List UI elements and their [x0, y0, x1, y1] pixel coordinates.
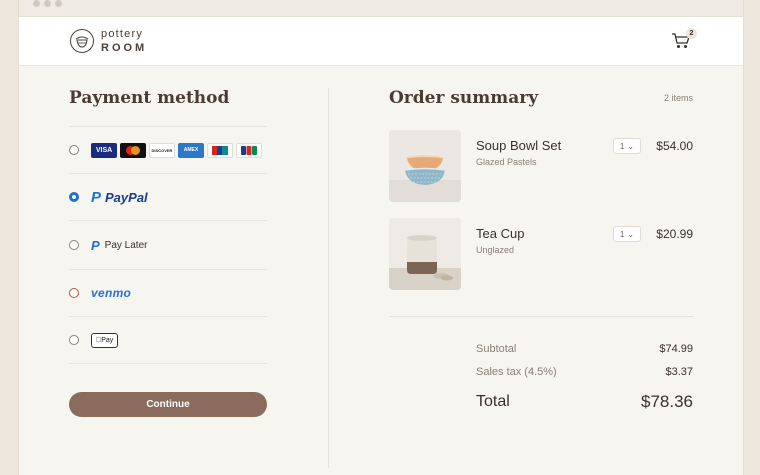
quantity-value: 1 — [619, 229, 625, 239]
brand-name-bottom: ROOM — [101, 41, 148, 54]
order-item: Tea Cup Unglazed 1 ⌄ $20.99 — [389, 218, 693, 290]
paypal-logo: P PayPal — [91, 189, 148, 206]
card-logos: VISA DISCOVER AMEX — [91, 142, 262, 158]
paypal-label: PayPal — [105, 189, 148, 205]
tax-row: Sales tax (4.5%) $3.37 — [476, 366, 693, 378]
radio-cards[interactable] — [69, 145, 79, 155]
browser-window: pottery ROOM 2 Payment method VISA DISCO… — [18, 0, 744, 475]
order-summary-title: Order summary — [389, 88, 539, 108]
tax-label: Sales tax (4.5%) — [476, 366, 557, 378]
tax-value: $3.37 — [665, 366, 693, 378]
brand-logo[interactable]: pottery ROOM — [69, 28, 147, 54]
total-label: Total — [476, 393, 510, 410]
site-header: pottery ROOM 2 — [19, 17, 743, 66]
item-price: $20.99 — [656, 227, 693, 241]
mastercard-logo-icon — [120, 142, 146, 158]
paylater-label: Pay Later — [104, 239, 148, 251]
total-row: Total $78.36 — [476, 392, 693, 412]
product-image-teacup[interactable] — [389, 218, 461, 290]
subtotal-label: Subtotal — [476, 343, 517, 355]
title-bar — [19, 0, 743, 17]
apple-pay-badge: Pay — [91, 332, 119, 348]
payment-section: Payment method VISA DISCOVER AMEX P PayP… — [69, 88, 267, 417]
item-variant: Unglazed — [476, 245, 515, 255]
visa-logo-icon: VISA — [91, 142, 117, 158]
window-controls — [33, 0, 62, 7]
payment-option-applepay[interactable]: Pay — [69, 317, 267, 364]
payment-option-cards[interactable]: VISA DISCOVER AMEX — [69, 127, 267, 174]
column-divider — [328, 88, 329, 468]
item-price: $54.00 — [656, 139, 693, 153]
quantity-select[interactable]: 1 ⌄ — [613, 138, 641, 154]
radio-paypal[interactable] — [69, 192, 79, 202]
items-count: 2 items — [663, 93, 693, 103]
jcb-logo-icon — [236, 142, 262, 158]
chevron-down-icon: ⌄ — [627, 229, 635, 239]
quantity-select[interactable]: 1 ⌄ — [613, 226, 641, 242]
venmo-logo: venmo — [91, 286, 132, 300]
item-variant: Glazed Pastels — [476, 157, 537, 167]
unionpay-logo-icon — [207, 142, 233, 158]
radio-applepay[interactable] — [69, 335, 79, 345]
subtotal-value: $74.99 — [659, 343, 693, 355]
payment-option-venmo[interactable]: venmo — [69, 270, 267, 317]
pottery-logo-icon — [70, 29, 94, 53]
continue-button[interactable]: Continue — [69, 392, 267, 417]
payment-option-paypal[interactable]: P PayPal — [69, 174, 267, 221]
paypal-icon: P — [91, 188, 102, 206]
applepay-label: Pay — [96, 336, 113, 344]
order-summary-section: Order summary 2 items Soup Bowl Set Glaz… — [389, 88, 693, 412]
total-value: $78.36 — [641, 392, 693, 411]
discover-logo-icon: DISCOVER — [149, 142, 175, 158]
radio-paylater[interactable] — [69, 240, 79, 250]
close-dot-icon[interactable] — [33, 0, 40, 7]
payment-title: Payment method — [69, 88, 230, 108]
subtotal-row: Subtotal $74.99 — [476, 343, 693, 355]
product-image-bowls[interactable] — [389, 130, 461, 202]
cart-count-badge: 2 — [686, 28, 697, 39]
totals: Subtotal $74.99 Sales tax (4.5%) $3.37 T… — [389, 316, 693, 412]
cart-button[interactable]: 2 — [671, 28, 697, 52]
order-item: Soup Bowl Set Glazed Pastels 1 ⌄ $54.00 — [389, 130, 693, 202]
item-name: Tea Cup — [476, 226, 525, 241]
quantity-value: 1 — [619, 141, 625, 151]
payment-options: VISA DISCOVER AMEX P PayPal P Pay Later … — [69, 126, 267, 364]
brand-name-top: pottery — [101, 27, 144, 40]
payment-option-paylater[interactable]: P Pay Later — [69, 221, 267, 270]
maximize-dot-icon[interactable] — [55, 0, 62, 7]
item-name: Soup Bowl Set — [476, 138, 562, 153]
chevron-down-icon: ⌄ — [627, 141, 635, 151]
minimize-dot-icon[interactable] — [44, 0, 51, 7]
radio-venmo[interactable] — [69, 288, 79, 298]
amex-logo-icon: AMEX — [178, 142, 204, 158]
paypal-icon: P — [91, 237, 100, 253]
